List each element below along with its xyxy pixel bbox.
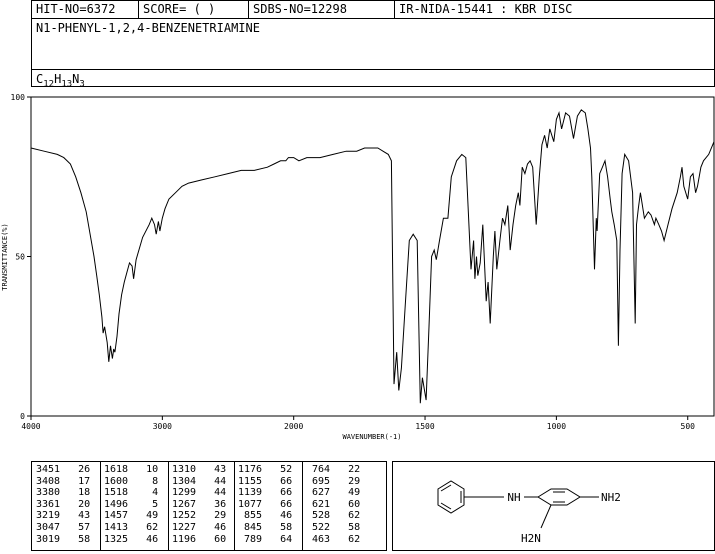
peak-row: 3408 17 <box>36 475 91 487</box>
peak-row: 1176 52 <box>238 464 293 475</box>
x-tick-label: 1500 <box>415 422 434 431</box>
peak-column: 1618 10 1600 8 1518 4 1496 5 1457 49 1413 62 1… <box>104 464 158 545</box>
peak-row: 1299 44 <box>172 487 227 499</box>
peak-row: 3380 18 <box>36 487 91 499</box>
ir-spectrum-chart: 4000 3000 2000 1500 1000 500 0 50 100 WAVENUMBER… <box>1 93 715 441</box>
nh-label: NH <box>507 491 520 504</box>
x-tick-label: 4000 <box>21 422 40 431</box>
peak-column: 1310 43 1304 44 1299 44 1267 36 1252 29 1227 … <box>172 464 226 545</box>
x-tick-label: 3000 <box>153 422 172 431</box>
peak-row: 528 62 <box>306 510 361 522</box>
peak-row: 855 46 <box>238 510 293 522</box>
peak-row: 695 29 <box>306 475 361 487</box>
peak-row: 1196 60 <box>172 533 227 545</box>
x-tick-label: 500 <box>681 422 696 431</box>
peak-row: 3451 26 <box>36 464 91 475</box>
peak-row: 627 49 <box>306 487 361 499</box>
peak-row: 522 58 <box>306 521 361 533</box>
x-tick-label: 2000 <box>284 422 303 431</box>
peak-row: 1252 29 <box>172 510 227 522</box>
peak-column-divider <box>234 462 235 550</box>
y-tick-label: 0 <box>20 412 25 421</box>
peak-row: 1077 66 <box>238 498 293 510</box>
peak-row: 845 58 <box>238 521 293 533</box>
plot-frame <box>30 96 715 417</box>
y-axis-label: TRANSMITTANCE(%) <box>1 223 9 290</box>
peak-row: 764 22 <box>306 464 361 475</box>
peak-row: 3361 20 <box>36 498 91 510</box>
peak-row: 463 62 <box>306 533 361 545</box>
peak-row: 621 60 <box>306 498 361 510</box>
peak-row: 1518 4 <box>104 487 159 499</box>
peak-table: 3451 26 3408 17 3380 18 3361 20 3219 43 3047 … <box>31 461 387 551</box>
peak-row: 1155 66 <box>238 475 293 487</box>
peak-row: 1139 66 <box>238 487 293 499</box>
y-tick-label: 100 <box>11 93 26 102</box>
peak-row: 1600 8 <box>104 475 159 487</box>
peak-row: 1457 49 <box>104 510 159 522</box>
nh2-right-label: NH2 <box>601 491 621 504</box>
peak-row: 3019 58 <box>36 533 91 545</box>
peak-row: 1325 46 <box>104 533 159 545</box>
peak-row: 1618 10 <box>104 464 159 475</box>
peak-row: 1413 62 <box>104 521 159 533</box>
peak-column: 764 22 695 29 627 49 621 60 528 62 522 5… <box>306 464 360 545</box>
x-tick-label: 1000 <box>547 422 566 431</box>
peak-row: 1267 36 <box>172 498 227 510</box>
molecule-structure: NH NH2 H2N <box>437 480 621 545</box>
peak-row: 1227 46 <box>172 521 227 533</box>
spectrum-line <box>30 109 715 404</box>
peak-row: 789 64 <box>238 533 293 545</box>
structure-panel: NH NH2 H2N <box>392 461 715 551</box>
peak-column: 3451 26 3408 17 3380 18 3361 20 3219 43 3047 … <box>36 464 90 545</box>
peak-column-divider <box>168 462 169 550</box>
peak-row: 1304 44 <box>172 475 227 487</box>
peak-row: 3047 57 <box>36 521 91 533</box>
x-axis-label: WAVENUMBER(-1) <box>342 433 401 441</box>
peak-row: 3219 43 <box>36 510 91 522</box>
peak-column: 1176 52 1155 66 1139 66 1077 66 855 46 845 … <box>238 464 292 545</box>
peak-row: 1496 5 <box>104 498 159 510</box>
peak-column-divider <box>100 462 101 550</box>
peak-row: 1310 43 <box>172 464 227 475</box>
h2n-bottom-label: H2N <box>521 532 541 545</box>
peak-column-divider <box>302 462 303 550</box>
y-tick-label: 50 <box>15 253 25 262</box>
